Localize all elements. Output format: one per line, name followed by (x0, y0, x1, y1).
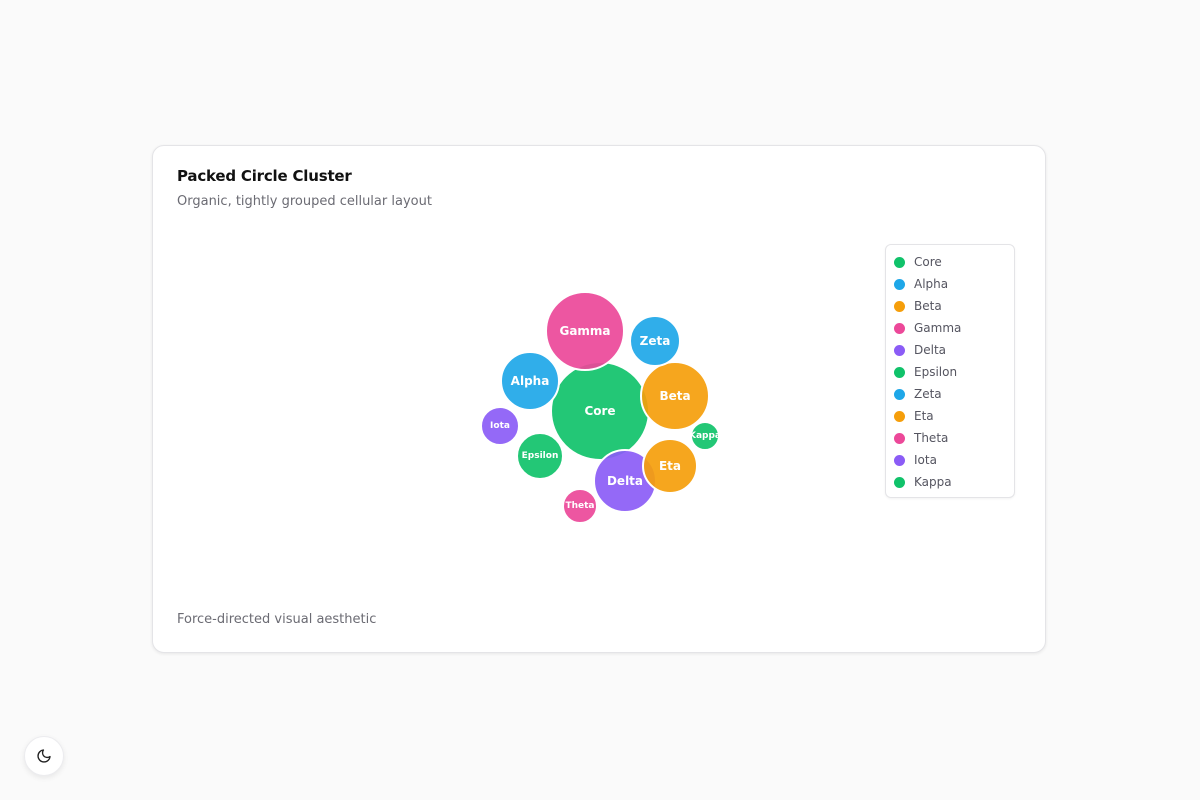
bubble-label: Core (584, 404, 615, 418)
bubble-core[interactable]: Core (550, 361, 650, 461)
legend-label: Kappa (914, 475, 952, 489)
legend-label: Alpha (914, 277, 949, 291)
bubble-label: Zeta (640, 334, 671, 348)
bubble-label: Gamma (559, 324, 610, 338)
bubble-zeta[interactable]: Zeta (629, 315, 681, 367)
bubble-label: Eta (659, 459, 681, 473)
bubble-beta[interactable]: Beta (640, 361, 710, 431)
legend-item-iota[interactable]: Iota (894, 449, 1006, 471)
legend-swatch (894, 322, 905, 334)
chart-card: Packed Circle Cluster Organic, tightly g… (152, 145, 1046, 653)
bubble-eta[interactable]: Eta (642, 438, 698, 494)
legend-swatch (894, 300, 905, 312)
legend-swatch (894, 256, 905, 268)
bubble-gamma[interactable]: Gamma (545, 291, 625, 371)
bubble-label: Iota (490, 421, 510, 431)
bubble-label: Beta (659, 389, 690, 403)
legend-item-alpha[interactable]: Alpha (894, 273, 1006, 295)
legend-item-zeta[interactable]: Zeta (894, 383, 1006, 405)
theme-toggle-button[interactable] (24, 736, 64, 776)
legend-label: Core (914, 255, 942, 269)
legend-item-eta[interactable]: Eta (894, 405, 1006, 427)
legend-label: Delta (914, 343, 947, 357)
legend-item-gamma[interactable]: Gamma (894, 317, 1006, 339)
legend-swatch (894, 476, 905, 488)
bubble-label: Theta (565, 501, 594, 511)
legend-item-kappa[interactable]: Kappa (894, 471, 1006, 493)
bubble-alpha[interactable]: Alpha (500, 351, 560, 411)
legend-item-core[interactable]: Core (894, 251, 1006, 273)
bubble-label: Epsilon (522, 451, 559, 461)
legend-swatch (894, 432, 905, 444)
bubble-label: Delta (607, 474, 643, 488)
legend-item-epsilon[interactable]: Epsilon (894, 361, 1006, 383)
legend-swatch (894, 344, 905, 356)
legend-label: Beta (914, 299, 942, 313)
moon-icon (37, 749, 51, 763)
legend-item-beta[interactable]: Beta (894, 295, 1006, 317)
legend-swatch (894, 388, 905, 400)
bubble-theta[interactable]: Theta (562, 488, 598, 524)
bubble-label: Kappa (689, 431, 721, 441)
legend-label: Theta (914, 431, 949, 445)
legend-label: Eta (914, 409, 934, 423)
legend-label: Gamma (914, 321, 962, 335)
legend-swatch (894, 454, 905, 466)
legend-swatch (894, 410, 905, 422)
legend-item-delta[interactable]: Delta (894, 339, 1006, 361)
chart-legend: Core Alpha Beta Gamma Delta Epsilon Zeta Eta The… (885, 244, 1015, 498)
legend-label: Iota (914, 453, 937, 467)
legend-label: Epsilon (914, 365, 958, 379)
bubble-label: Alpha (511, 374, 550, 388)
legend-swatch (894, 278, 905, 290)
legend-label: Zeta (914, 387, 942, 401)
bubble-epsilon[interactable]: Epsilon (516, 432, 564, 480)
bubble-kappa[interactable]: Kappa (689, 421, 721, 451)
chart-footer: Force-directed visual aesthetic (177, 612, 377, 627)
bubble-iota[interactable]: Iota (480, 406, 520, 446)
legend-item-theta[interactable]: Theta (894, 427, 1006, 449)
legend-swatch (894, 366, 905, 378)
